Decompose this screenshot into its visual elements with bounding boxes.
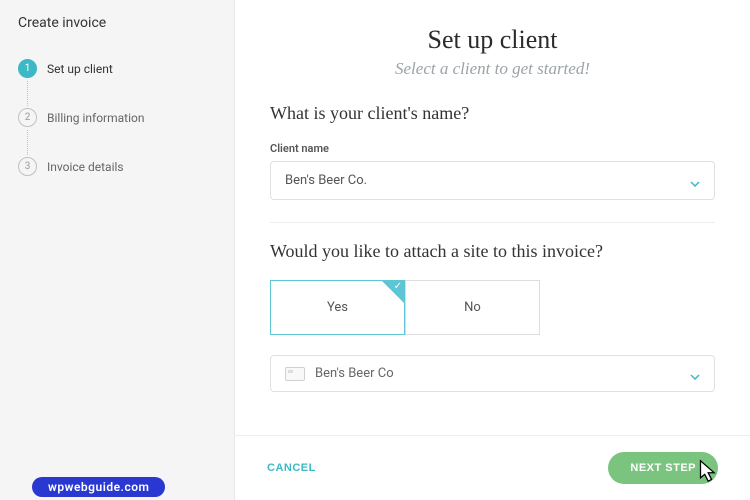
step-set-up-client[interactable]: 1 Set up client (18, 59, 216, 108)
step-label: Billing information (47, 111, 144, 125)
section-divider (270, 222, 715, 223)
step-number-badge: 2 (18, 108, 37, 127)
client-name-field-label: Client name (270, 142, 715, 155)
wizard-sidebar: Create invoice 1 Set up client 2 Billing… (0, 0, 235, 500)
client-name-value: Ben's Beer Co. (285, 173, 367, 188)
main-panel: Set up client Select a client to get sta… (235, 0, 750, 500)
option-label: No (464, 300, 481, 315)
step-list: 1 Set up client 2 Billing information 3 … (18, 59, 216, 206)
attach-site-heading: Would you like to attach a site to this … (270, 241, 715, 262)
attach-site-no[interactable]: No (405, 280, 540, 335)
page-subtitle: Select a client to get started! (270, 59, 715, 79)
step-number-badge: 3 (18, 157, 37, 176)
chevron-down-icon (690, 369, 700, 379)
attach-site-yes[interactable]: Yes (270, 280, 405, 335)
option-label: Yes (327, 300, 348, 315)
site-select[interactable]: Ben's Beer Co (270, 355, 715, 392)
sidebar-title: Create invoice (18, 15, 216, 31)
attach-site-options: Yes No (270, 280, 715, 335)
site-thumbnail-icon (285, 367, 305, 381)
step-number-badge: 1 (18, 59, 37, 78)
step-billing-information[interactable]: 2 Billing information (18, 108, 216, 157)
page-title: Set up client (270, 25, 715, 55)
step-invoice-details[interactable]: 3 Invoice details (18, 157, 216, 206)
cancel-button[interactable]: CANCEL (267, 462, 316, 474)
wizard-footer: CANCEL NEXT STEP (235, 435, 750, 500)
next-step-button[interactable]: NEXT STEP (608, 452, 718, 484)
check-icon (382, 281, 404, 303)
site-select-value: Ben's Beer Co (315, 366, 394, 381)
client-name-select[interactable]: Ben's Beer Co. (270, 161, 715, 200)
client-name-heading: What is your client's name? (270, 103, 715, 124)
step-label: Set up client (47, 62, 113, 76)
watermark-badge: wpwebguide.com (32, 477, 165, 497)
step-label: Invoice details (47, 160, 124, 174)
chevron-down-icon (690, 176, 700, 186)
